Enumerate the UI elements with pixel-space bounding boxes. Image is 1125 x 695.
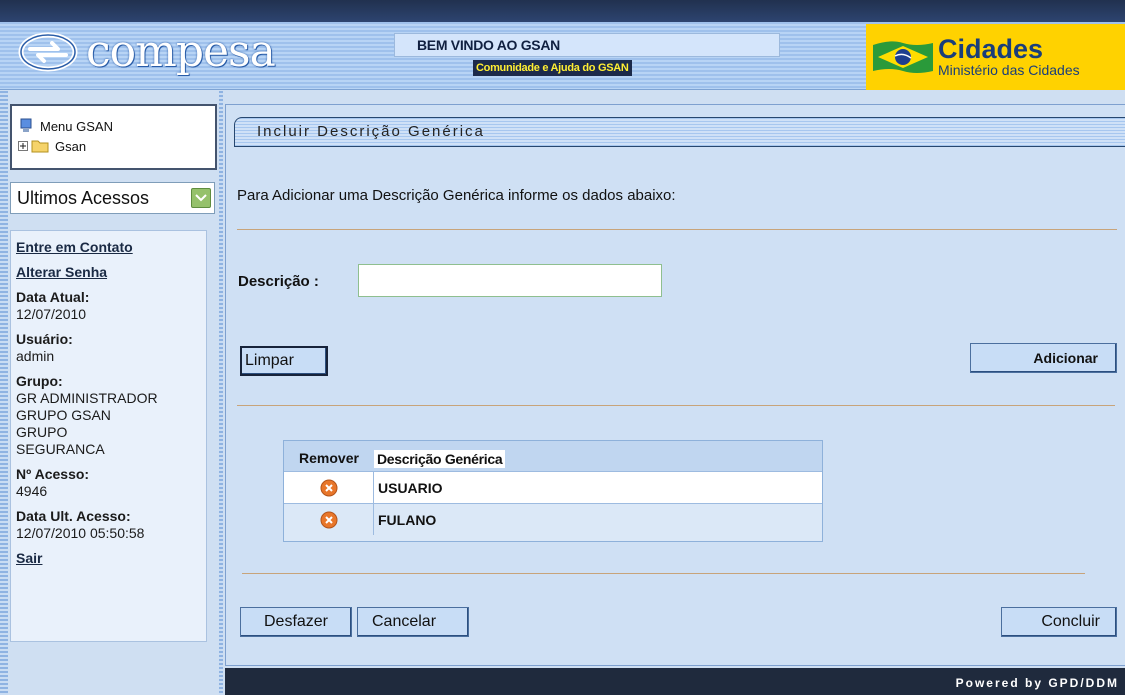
welcome-banner: BEM VINDO AO GSAN bbox=[394, 33, 780, 57]
group-value: GRUPO bbox=[16, 424, 68, 440]
main-panel: Incluir Descrição Genérica Para Adiciona… bbox=[225, 104, 1125, 666]
add-button[interactable]: Adicionar bbox=[970, 343, 1117, 373]
ministry-subtitle: Ministério das Cidades bbox=[938, 62, 1080, 78]
cancel-button[interactable]: Cancelar bbox=[357, 607, 469, 637]
computer-icon bbox=[20, 118, 32, 132]
table-row: FULANO bbox=[284, 503, 822, 535]
compesa-logo-icon bbox=[18, 32, 78, 72]
group-value: GRUPO GSAN bbox=[16, 407, 111, 423]
last-access-value: 12/07/2010 05:50:58 bbox=[16, 525, 145, 541]
contact-link[interactable]: Entre em Contato bbox=[16, 239, 206, 255]
menu-tree: Menu GSAN Gsan bbox=[10, 104, 217, 170]
menu-title-row[interactable]: Menu GSAN bbox=[18, 116, 215, 136]
user-value: admin bbox=[16, 348, 55, 364]
recent-access-select[interactable]: Ultimos Acessos bbox=[10, 182, 215, 214]
remove-icon[interactable] bbox=[320, 479, 338, 497]
description-cell: FULANO bbox=[374, 504, 822, 535]
header: compesa BEM VINDO AO GSAN Comunidade e A… bbox=[0, 22, 1125, 90]
description-table: Remover Descrição Genérica USUARIO FULAN… bbox=[283, 440, 823, 542]
menu-title: Menu GSAN bbox=[40, 118, 113, 134]
brazil-flag-icon bbox=[873, 41, 933, 73]
menu-root-row[interactable]: Gsan bbox=[18, 136, 215, 156]
page-title: Incluir Descrição Genérica bbox=[234, 117, 1125, 147]
user-info-panel: Entre em Contato Alterar Senha Data Atua… bbox=[10, 230, 207, 642]
date-label: Data Atual: bbox=[16, 289, 90, 305]
table-header: Remover Descrição Genérica bbox=[284, 441, 822, 471]
clear-button[interactable]: Limpar bbox=[240, 346, 328, 376]
chevron-down-icon[interactable] bbox=[191, 188, 211, 208]
table-row: USUARIO bbox=[284, 471, 822, 503]
top-bar bbox=[0, 0, 1125, 22]
user-label: Usuário: bbox=[16, 331, 73, 347]
access-count-value: 4946 bbox=[16, 483, 48, 499]
remove-cell bbox=[284, 504, 374, 535]
group-label: Grupo: bbox=[16, 373, 63, 389]
description-input[interactable] bbox=[358, 264, 662, 297]
expand-plus-icon[interactable] bbox=[18, 141, 28, 151]
compesa-logo: compesa bbox=[18, 28, 283, 76]
community-help-link[interactable]: Comunidade e Ajuda do GSAN bbox=[473, 60, 632, 76]
description-cell: USUARIO bbox=[374, 472, 822, 503]
recent-access-value: Ultimos Acessos bbox=[17, 187, 150, 208]
description-label: Descrição : bbox=[238, 273, 319, 290]
change-password-link[interactable]: Alterar Senha bbox=[16, 264, 206, 280]
divider bbox=[237, 229, 1117, 230]
remove-icon[interactable] bbox=[320, 511, 338, 529]
access-count-label: Nº Acesso: bbox=[16, 466, 90, 482]
group-value: SEGURANCA bbox=[16, 441, 105, 457]
last-access-label: Data Ult. Acesso: bbox=[16, 508, 131, 524]
ministry-title: Cidades bbox=[938, 34, 1044, 64]
divider bbox=[242, 573, 1085, 574]
ministry-logo: Cidades Ministério das Cidades bbox=[866, 24, 1125, 90]
logo-text: compesa bbox=[86, 26, 276, 77]
sidebar-stripe bbox=[0, 91, 8, 695]
column-header-description: Descrição Genérica bbox=[374, 450, 506, 468]
undo-button[interactable]: Desfazer bbox=[240, 607, 352, 637]
divider bbox=[237, 405, 1115, 406]
logout-link[interactable]: Sair bbox=[16, 550, 206, 566]
finish-button[interactable]: Concluir bbox=[1001, 607, 1117, 637]
intro-text: Para Adicionar uma Descrição Genérica in… bbox=[237, 187, 676, 204]
remove-cell bbox=[284, 472, 374, 503]
column-header-remove: Remover bbox=[299, 450, 359, 466]
sidebar-divider bbox=[219, 91, 223, 695]
date-value: 12/07/2010 bbox=[16, 306, 87, 322]
footer: Powered by GPD/DDM bbox=[225, 668, 1125, 695]
group-value: GR ADMINISTRADOR bbox=[16, 390, 158, 406]
folder-icon bbox=[31, 140, 49, 153]
menu-root-label: Gsan bbox=[55, 138, 87, 154]
